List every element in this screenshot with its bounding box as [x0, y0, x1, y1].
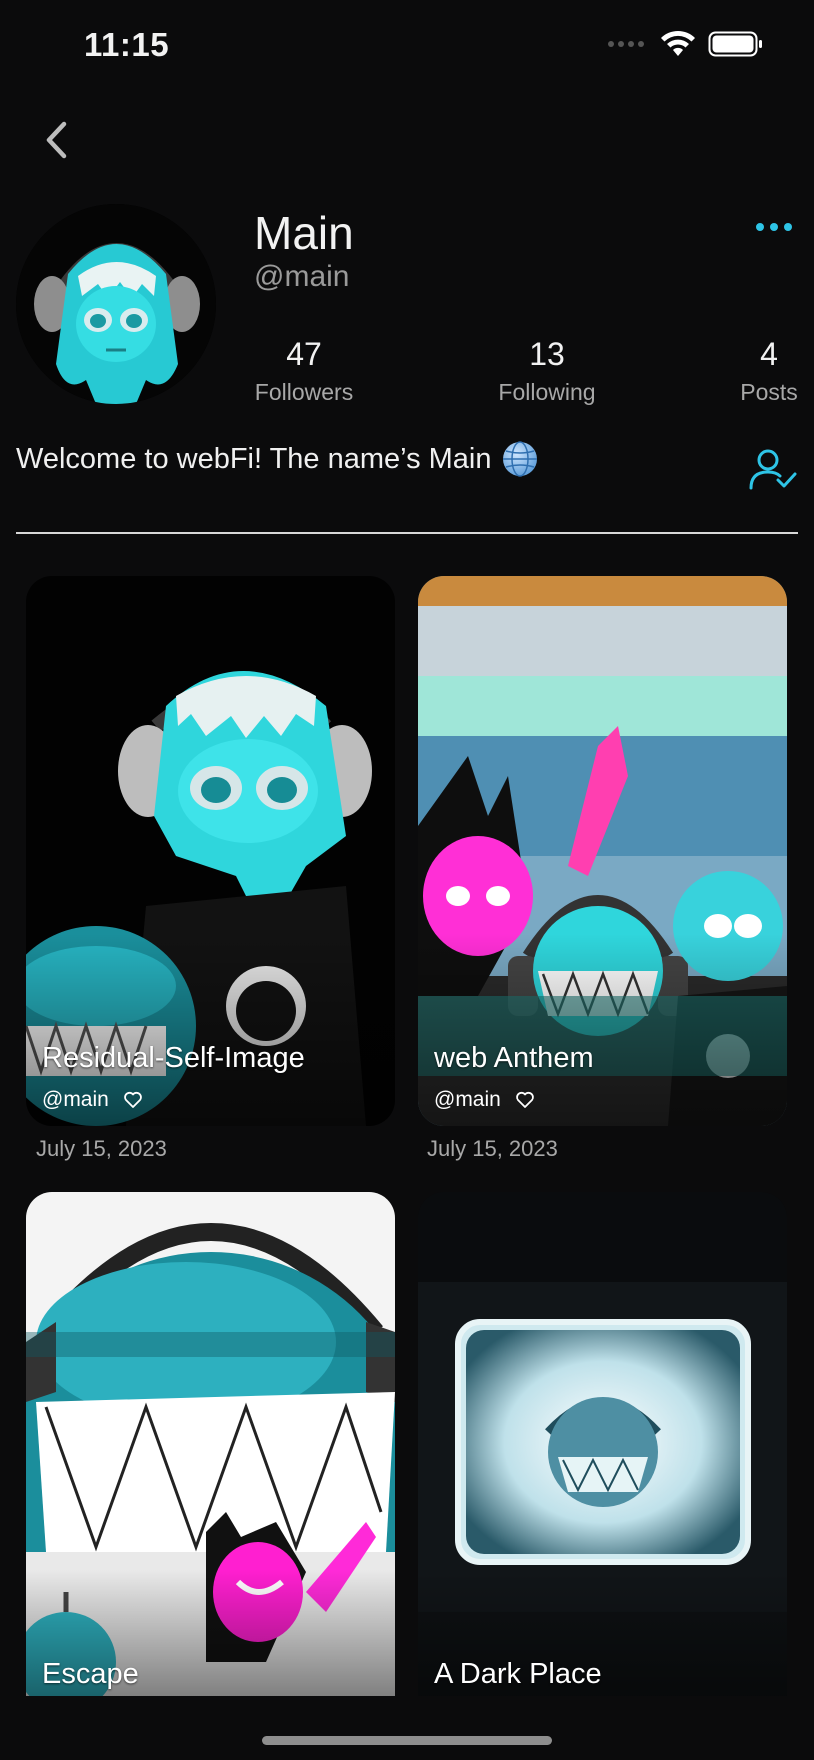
- post-title: A Dark Place: [434, 1658, 602, 1690]
- post-card-a-dark-place[interactable]: A Dark Place: [418, 1192, 787, 1696]
- following-count: 13: [529, 336, 565, 372]
- post-artwork: [418, 1192, 787, 1696]
- profile-handle: @main: [254, 260, 350, 293]
- posts-label: Posts: [740, 379, 798, 405]
- chevron-left-icon: [46, 121, 67, 159]
- posts-count: 4: [760, 336, 778, 372]
- avatar[interactable]: [16, 204, 216, 404]
- bio-text: Welcome to webFi! The name’s Main: [16, 442, 492, 475]
- profile-name: Main: [254, 207, 354, 259]
- avatar-image: [16, 204, 216, 404]
- back-button[interactable]: [26, 110, 86, 170]
- status-time: 11:15: [84, 26, 170, 63]
- post-card-escape[interactable]: Escape: [26, 1192, 395, 1696]
- status-bar: 11:15: [0, 0, 814, 90]
- post-title: Escape: [42, 1658, 139, 1690]
- status-icons: [608, 30, 764, 58]
- ellipsis-icon: [756, 223, 764, 231]
- followers-label: Followers: [254, 379, 354, 405]
- wifi-icon: [661, 30, 695, 56]
- heart-icon[interactable]: [123, 1090, 143, 1110]
- post-title: Residual-Self-Image: [42, 1042, 305, 1074]
- globe-icon: [503, 441, 538, 477]
- post-author[interactable]: @main: [434, 1088, 501, 1112]
- followers-count: 47: [286, 336, 322, 372]
- more-options-button[interactable]: [748, 212, 800, 242]
- post-title: web Anthem: [434, 1042, 594, 1074]
- post-meta: @main: [434, 1088, 535, 1112]
- post-author[interactable]: @main: [42, 1088, 109, 1112]
- cellular-signal-icon: [608, 41, 644, 47]
- following-status-button[interactable]: [748, 448, 798, 490]
- post-artwork: [26, 1192, 395, 1696]
- heart-icon[interactable]: [515, 1090, 535, 1110]
- post-date: July 15, 2023: [427, 1136, 558, 1161]
- stat-followers[interactable]: 47 Followers: [250, 336, 358, 406]
- post-date: July 15, 2023: [36, 1136, 167, 1161]
- following-label: Following: [498, 379, 596, 405]
- post-meta: @main: [42, 1088, 143, 1112]
- post-card-web-anthem[interactable]: web Anthem @main: [418, 576, 787, 1126]
- user-check-icon: [749, 449, 797, 490]
- post-card-residual-self-image[interactable]: Residual-Self-Image @main: [26, 576, 395, 1126]
- battery-icon: [708, 31, 762, 57]
- stat-following[interactable]: 13 Following: [492, 336, 602, 406]
- home-indicator[interactable]: [262, 1736, 552, 1745]
- stat-posts[interactable]: 4 Posts: [734, 336, 804, 406]
- section-divider: [16, 532, 798, 534]
- profile-bio: Welcome to webFi! The name’s Main: [16, 440, 539, 478]
